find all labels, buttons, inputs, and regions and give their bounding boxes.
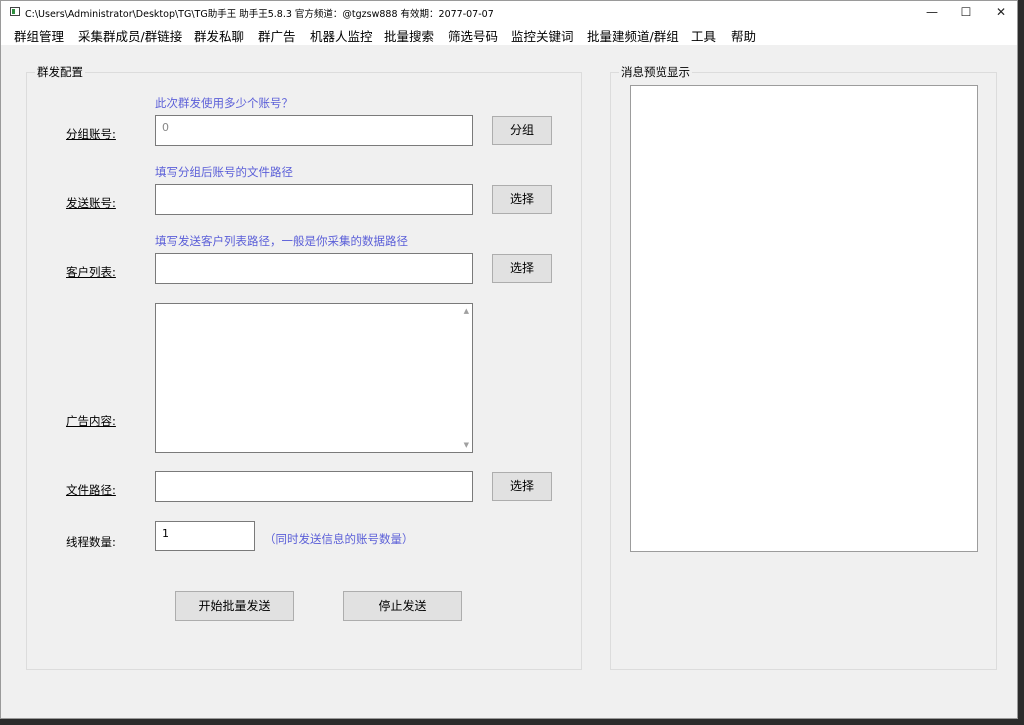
minimize-button[interactable]: —: [915, 1, 949, 23]
window-title: C:\Users\Administrator\Desktop\TG\TG助手王 …: [25, 9, 494, 20]
menu-private-message[interactable]: 群发私聊: [194, 26, 244, 45]
file-path-select-button[interactable]: 选择: [492, 472, 552, 501]
config-group-title: 群发配置: [37, 65, 83, 79]
ad-content-label: 广告内容:: [66, 414, 116, 428]
thread-count-input[interactable]: 1: [155, 521, 255, 551]
close-button[interactable]: ✕: [984, 1, 1018, 23]
group-account-value: 0: [162, 121, 169, 134]
app-window: C:\Users\Administrator\Desktop\TG\TG助手王 …: [0, 0, 1018, 719]
file-path-label: 文件路径:: [66, 483, 116, 497]
thread-count-label: 线程数量:: [66, 535, 116, 549]
menu-bar: 群组管理 采集群成员/群链接 群发私聊 群广告 机器人监控 批量搜索 筛选号码 …: [1, 23, 1017, 45]
scroll-down-icon[interactable]: ▼: [464, 441, 469, 449]
group-account-label: 分组账号:: [66, 127, 116, 141]
file-path-input[interactable]: [155, 471, 473, 502]
menu-collect-members[interactable]: 采集群成员/群链接: [78, 26, 182, 45]
menu-keyword-monitor[interactable]: 监控关键词: [511, 26, 574, 45]
send-account-select-button[interactable]: 选择: [492, 185, 552, 214]
group-hint: 此次群发使用多少个账号？: [155, 96, 293, 110]
menu-batch-search[interactable]: 批量搜索: [384, 26, 434, 45]
start-batch-send-button[interactable]: 开始批量发送: [175, 591, 294, 621]
preview-group-title: 消息预览显示: [621, 65, 690, 79]
customer-hint: 填写发送客户列表路径，一般是你采集的数据路径: [155, 234, 408, 248]
menu-help[interactable]: 帮助: [731, 26, 756, 45]
stop-send-button[interactable]: 停止发送: [343, 591, 462, 621]
app-icon: [10, 7, 20, 16]
thread-count-value: 1: [162, 527, 169, 540]
ad-content-textarea[interactable]: ▲ ▼: [155, 303, 473, 453]
thread-count-hint: （同时发送信息的账号数量）: [264, 532, 414, 546]
menu-filter-numbers[interactable]: 筛选号码: [448, 26, 498, 45]
customer-list-select-button[interactable]: 选择: [492, 254, 552, 283]
menu-group-ads[interactable]: 群广告: [258, 26, 296, 45]
group-account-input[interactable]: 0: [155, 115, 473, 146]
menu-group-management[interactable]: 群组管理: [14, 26, 64, 45]
customer-list-input[interactable]: [155, 253, 473, 284]
menu-tools[interactable]: 工具: [691, 26, 716, 45]
message-preview-box[interactable]: [630, 85, 978, 552]
customer-list-label: 客户列表:: [66, 265, 116, 279]
menu-create-channels[interactable]: 批量建频道/群组: [587, 26, 679, 45]
group-button[interactable]: 分组: [492, 116, 552, 145]
scroll-up-icon[interactable]: ▲: [464, 307, 469, 315]
send-account-label: 发送账号:: [66, 196, 116, 210]
send-hint: 填写分组后账号的文件路径: [155, 165, 293, 179]
menu-bot-monitor[interactable]: 机器人监控: [310, 26, 373, 45]
title-bar: C:\Users\Administrator\Desktop\TG\TG助手王 …: [1, 1, 1017, 23]
send-account-input[interactable]: [155, 184, 473, 215]
maximize-button[interactable]: ☐: [949, 1, 983, 23]
